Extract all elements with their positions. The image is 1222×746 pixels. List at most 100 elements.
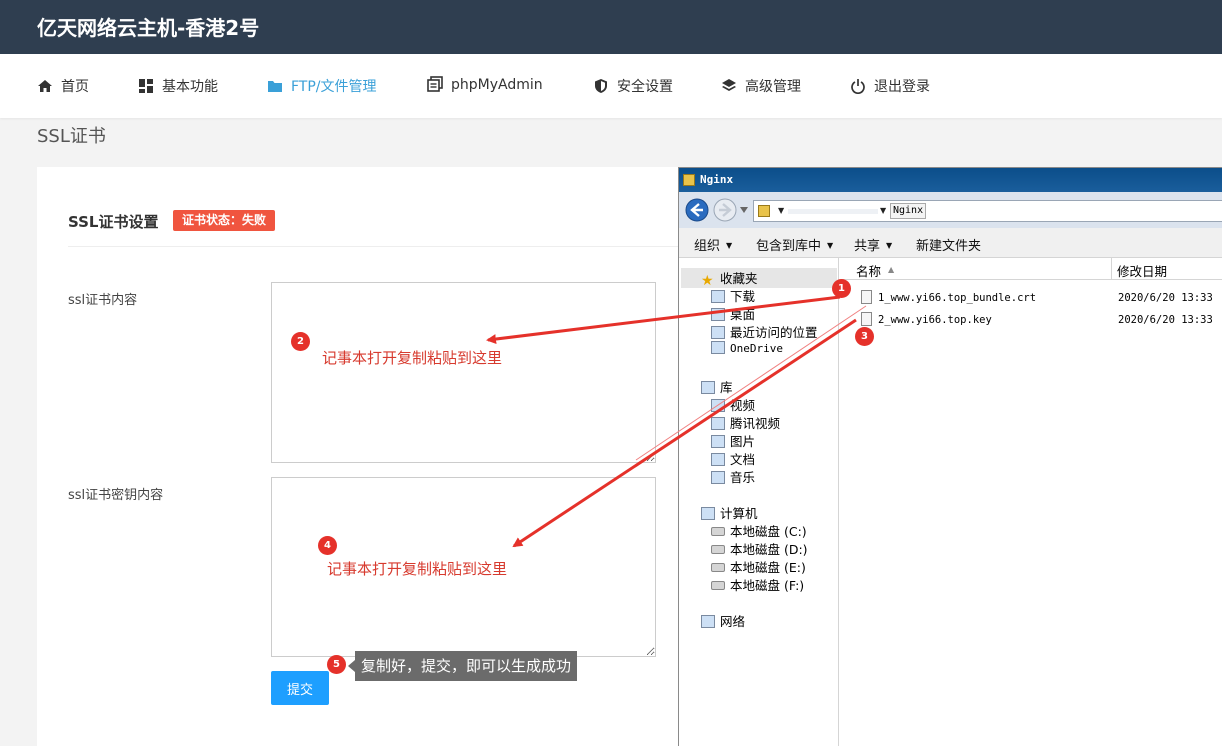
nav-downloads[interactable]: 下载 [711, 286, 755, 305]
nav-label: 视频 [730, 398, 756, 413]
history-dropdown-icon[interactable] [740, 207, 748, 213]
nav-documents[interactable]: 文档 [711, 449, 755, 468]
nav-label: 腾讯视频 [730, 416, 781, 431]
nav-item-logout[interactable]: 退出登录 [850, 76, 930, 96]
nav-label: 本地磁盘 (F:) [730, 578, 805, 593]
home-icon [38, 80, 52, 92]
hard-drive-icon [711, 545, 725, 554]
nav-label: OneDrive [730, 342, 783, 355]
video-icon [711, 399, 725, 412]
file-icon [861, 290, 872, 304]
explorer-title: Nginx [700, 173, 734, 186]
nav-label: 网络 [720, 614, 746, 629]
nav-label: 安全设置 [617, 79, 673, 95]
nav-item-home[interactable]: 首页 [37, 76, 89, 96]
column-date[interactable]: 修改日期 [1117, 261, 1167, 280]
page-title: SSL证书 [37, 126, 106, 147]
explorer-nav-pane: ★ 收藏夹 下载 桌面 最近访问的位置 OneDrive 库 视频 腾讯视频 图片… [679, 258, 839, 746]
chevron-down-icon: ▼ [726, 241, 733, 250]
organize-label: 组织 [694, 239, 721, 254]
nav-label: 音乐 [730, 470, 756, 485]
file-row-key[interactable]: 2_www.yi66.top.key [861, 312, 992, 326]
folder-icon [683, 174, 695, 186]
file-row-crt[interactable]: 1_www.yi66.top_bundle.crt [861, 290, 1036, 304]
share-button[interactable]: 共享 ▼ [854, 235, 892, 254]
nav-item-advanced[interactable]: 高级管理 [721, 76, 801, 96]
nav-label: 文档 [730, 452, 756, 467]
step-badge-5: 5 [327, 655, 346, 674]
nav-drive-d[interactable]: 本地磁盘 (D:) [711, 539, 808, 558]
annotation-text-2: 记事本打开复制粘贴到这里 [322, 349, 503, 367]
nav-music[interactable]: 音乐 [711, 467, 755, 486]
nav-pictures[interactable]: 图片 [711, 431, 755, 450]
nav-drive-c[interactable]: 本地磁盘 (C:) [711, 521, 807, 540]
nav-network[interactable]: 网络 [701, 611, 745, 630]
step-badge-3: 3 [855, 327, 874, 346]
nav-recent[interactable]: 最近访问的位置 [711, 322, 818, 341]
nav-label: 本地磁盘 (D:) [730, 542, 808, 557]
redacted-path [788, 209, 878, 214]
chevron-down-icon[interactable]: ▼ [880, 206, 886, 215]
chevron-down-icon: ▼ [886, 241, 893, 250]
card-divider [68, 246, 682, 247]
nav-label: 下载 [730, 289, 756, 304]
nav-videos[interactable]: 视频 [711, 395, 755, 414]
column-separator[interactable] [1111, 258, 1112, 280]
file-date: 2020/6/20 13:33 [1118, 292, 1213, 304]
column-name[interactable]: 名称 [856, 261, 881, 280]
card-footer [37, 717, 682, 746]
hard-drive-icon [711, 563, 725, 572]
download-icon [711, 290, 725, 303]
site-title: 亿天网络云主机-香港2号 [37, 16, 260, 40]
file-icon [861, 312, 872, 326]
explorer-command-bar: 组织 ▼ 包含到库中 ▼ 共享 ▼ 新建文件夹 [679, 228, 1222, 258]
folder-icon [758, 205, 770, 217]
nav-item-basic[interactable]: 基本功能 [138, 76, 218, 96]
file-list-header: 名称 ▲ 修改日期 [841, 258, 1222, 280]
nav-item-security[interactable]: 安全设置 [593, 76, 673, 96]
cert-label: ssl证书内容 [68, 293, 138, 308]
document-icon [711, 453, 725, 466]
desktop-icon [711, 308, 725, 321]
nav-favorites[interactable]: ★ 收藏夹 [681, 268, 837, 288]
nav-drive-e[interactable]: 本地磁盘 (E:) [711, 557, 806, 576]
step-badge-2: 2 [291, 332, 310, 351]
nav-favorites-label: 收藏夹 [720, 271, 758, 286]
network-icon [701, 615, 715, 628]
new-folder-button[interactable]: 新建文件夹 [916, 235, 981, 254]
nav-item-phpmyadmin[interactable]: phpMyAdmin [427, 76, 543, 93]
nav-computer[interactable]: 计算机 [701, 503, 758, 522]
hard-drive-icon [711, 527, 725, 536]
include-library-button[interactable]: 包含到库中 ▼ [756, 235, 833, 254]
step-badge-1: 1 [832, 279, 851, 298]
file-name: 1_www.yi66.top_bundle.crt [878, 292, 1037, 304]
hard-drive-icon [711, 581, 725, 590]
back-icon[interactable] [685, 198, 709, 222]
nav-tencent-video[interactable]: 腾讯视频 [711, 413, 780, 432]
nav-label: 最近访问的位置 [730, 325, 818, 340]
organize-button[interactable]: 组织 ▼ [694, 235, 732, 254]
share-label: 共享 [854, 239, 881, 254]
tencent-video-icon [711, 417, 725, 430]
tooltip-step-5: 复制好，提交，即可以生成成功 [347, 651, 578, 681]
submit-button[interactable]: 提交 [271, 671, 329, 705]
grid-icon [139, 79, 153, 93]
forward-icon[interactable] [713, 198, 737, 222]
nav-item-ftp[interactable]: FTP/文件管理 [267, 76, 377, 96]
ssl-card: SSL证书设置 证书状态：失败 ssl证书内容 ssl证书密钥内容 提交 [37, 167, 682, 717]
breadcrumb[interactable]: Nginx [890, 203, 927, 219]
annotation-text-4: 记事本打开复制粘贴到这里 [327, 560, 508, 578]
nav-onedrive[interactable]: OneDrive [711, 341, 783, 355]
library-icon [701, 381, 715, 394]
explorer-address-bar: ▼ ▼ Nginx [679, 192, 1222, 228]
music-icon [711, 471, 725, 484]
cert-textarea[interactable] [271, 282, 656, 463]
chevron-down-icon[interactable]: ▼ [778, 206, 784, 215]
nav-libraries[interactable]: 库 [701, 377, 733, 396]
nav-desktop[interactable]: 桌面 [711, 304, 755, 323]
folder-icon [268, 81, 282, 92]
power-icon [851, 79, 865, 94]
nav-drive-f[interactable]: 本地磁盘 (F:) [711, 575, 804, 594]
explorer-titlebar: Nginx [679, 168, 1222, 192]
address-path[interactable]: ▼ ▼ Nginx [753, 200, 1222, 222]
